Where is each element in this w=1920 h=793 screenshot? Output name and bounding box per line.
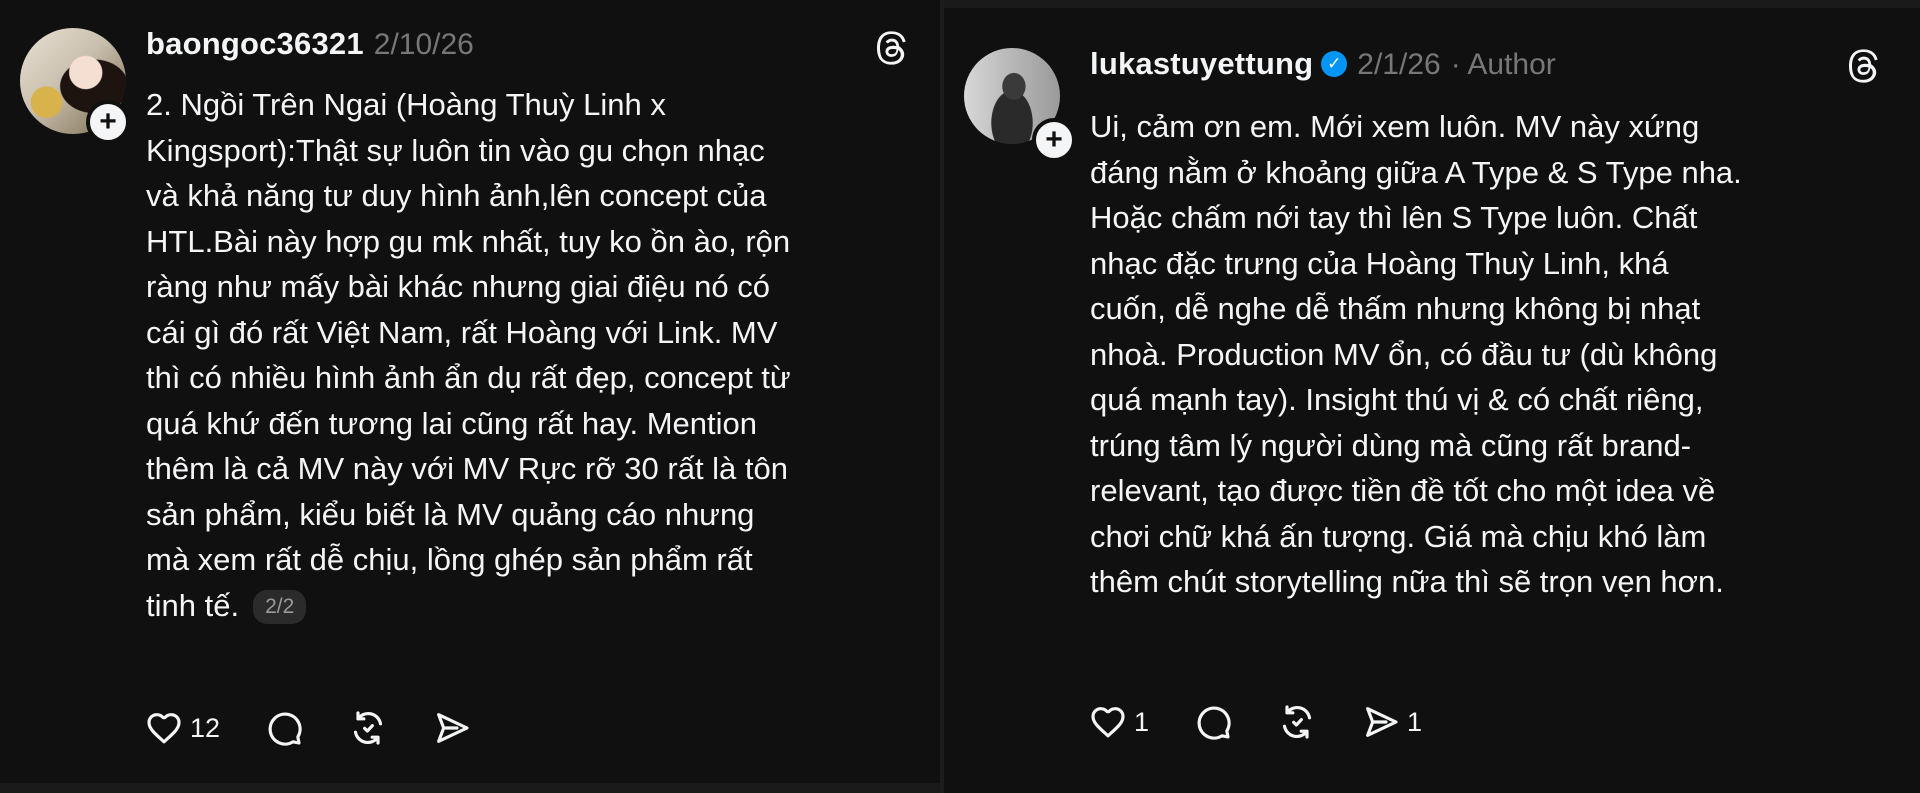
post-text: Ui, cảm ơn em. Mới xem luôn. MV này xứng…	[1090, 109, 1742, 599]
share-button[interactable]	[432, 708, 472, 748]
action-bar: 1 1	[1088, 702, 1466, 742]
post-header: baongoc36321 2/10/26	[146, 26, 474, 62]
avatar-container[interactable]: +	[964, 48, 1076, 162]
post-date[interactable]: 2/1/26	[1357, 48, 1440, 82]
author-tag: · Author	[1450, 48, 1556, 81]
heart-icon	[147, 713, 181, 744]
post-separator	[944, 0, 1920, 8]
follow-plus-icon[interactable]: +	[86, 100, 130, 144]
heart-icon	[1091, 707, 1125, 738]
share-icon	[437, 713, 469, 743]
repost-icon	[353, 711, 383, 745]
threads-replies-screenshot: + baongoc36321 2/10/26 2. Ngồi Trên Ngai…	[0, 0, 1920, 793]
share-icon	[1366, 707, 1398, 737]
action-bar: 12	[144, 708, 516, 748]
reply-button[interactable]	[1193, 702, 1233, 742]
post-body: 2. Ngồi Trên Ngai (Hoàng Thuỳ Linh x Kin…	[146, 82, 926, 628]
share-button[interactable]: 1	[1361, 702, 1422, 742]
avatar-container[interactable]: +	[20, 28, 130, 144]
like-count: 12	[190, 712, 221, 743]
reply-button[interactable]	[264, 708, 304, 748]
like-button[interactable]: 12	[144, 708, 220, 748]
repost-icon	[1282, 705, 1312, 739]
post-date[interactable]: 2/10/26	[374, 28, 474, 62]
repost-button[interactable]	[1277, 702, 1317, 742]
comment-icon	[268, 712, 302, 746]
username[interactable]: baongoc36321	[146, 26, 364, 62]
username[interactable]: lukastuyettung	[1090, 46, 1313, 82]
threads-logo-icon[interactable]	[872, 28, 912, 68]
like-button[interactable]: 1	[1088, 702, 1149, 742]
verified-badge-icon: ✓	[1321, 51, 1348, 77]
post-body: Ui, cảm ơn em. Mới xem luôn. MV này xứng…	[1090, 104, 1890, 605]
page-indicator[interactable]: 2/2	[253, 590, 307, 625]
comment-icon	[1197, 706, 1231, 740]
share-count: 1	[1407, 706, 1423, 737]
reply-post-baongoc: + baongoc36321 2/10/26 2. Ngồi Trên Ngai…	[0, 0, 940, 793]
reply-post-lukastuyettung: + lukastuyettung ✓ 2/1/26 · Author Ui, c…	[944, 0, 1920, 793]
follow-plus-icon[interactable]: +	[1032, 118, 1076, 162]
like-count: 1	[1134, 706, 1150, 737]
post-separator	[0, 783, 940, 793]
post-text: 2. Ngồi Trên Ngai (Hoàng Thuỳ Linh x Kin…	[146, 87, 791, 623]
repost-button[interactable]	[348, 708, 388, 748]
post-header: lukastuyettung ✓ 2/1/26 · Author	[1090, 46, 1556, 82]
threads-logo-icon[interactable]	[1844, 46, 1884, 86]
